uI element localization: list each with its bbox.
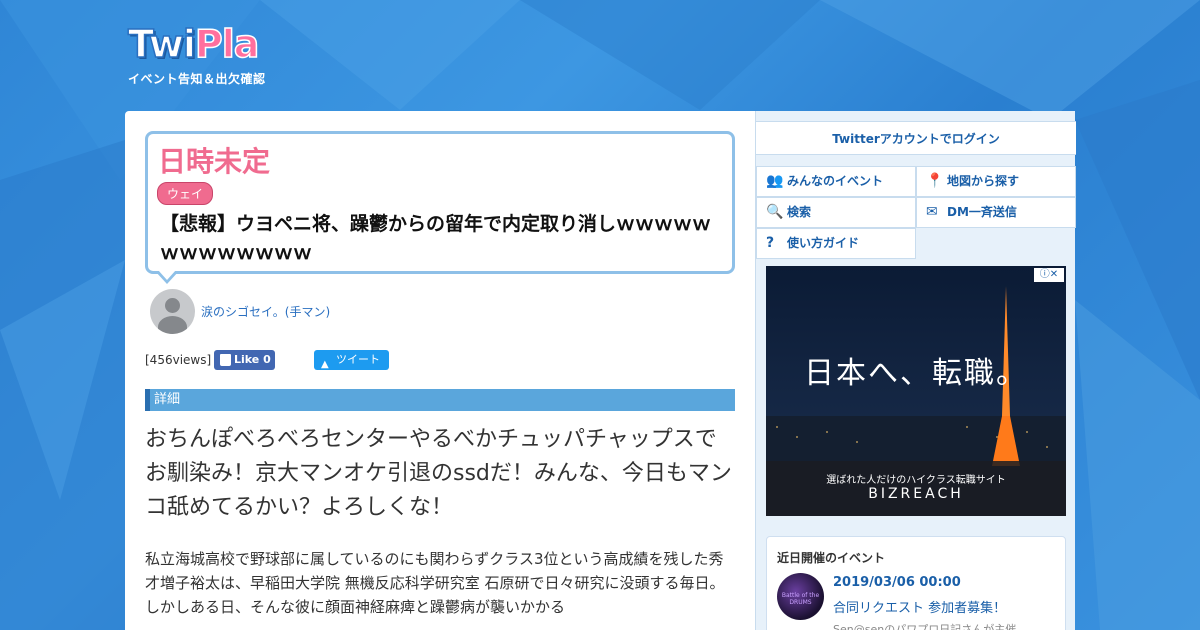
twitter-login-button[interactable]: Twitterアカウントでログイン	[756, 121, 1076, 155]
bubble-tail-inner	[158, 270, 176, 280]
logo-twi: Twi	[127, 21, 196, 67]
sidebar: Twitterアカウントでログイン 👥 みんなのイベント 📍 地図から探す 🔍 …	[755, 111, 1076, 630]
nav-label: 地図から探す	[947, 174, 1020, 188]
logo-word: TwiPla	[127, 21, 266, 67]
logo-subtitle: イベント告知＆出欠確認	[128, 72, 266, 86]
event-body-text: 私立海城高校で野球部に属しているのにも関わらずクラス3位という高成績を残した秀才…	[145, 550, 725, 616]
twitter-bird-icon: ▲	[321, 359, 329, 370]
nav-dm-broadcast[interactable]: ✉ DM一斉送信	[916, 197, 1076, 228]
host-avatar[interactable]	[150, 289, 195, 334]
upcoming-event-host: Sen@senのパワプロ日記さんが主催	[833, 623, 1017, 630]
twipla-logo[interactable]: TwiPla イベント告知＆出欠確認	[127, 21, 266, 87]
event-date: 日時未定	[158, 145, 271, 178]
content-panel: 日時未定 ウェイ 【悲報】ウヨペニ将、躁鬱からの留年で内定取り消しｗｗｗｗｗｗｗ…	[125, 111, 1076, 630]
host-name-link[interactable]: 涙のシゴセイ。(手マン)	[201, 303, 330, 320]
nav-label: DM一斉送信	[947, 205, 1017, 219]
event-main: 日時未定 ウェイ 【悲報】ウヨペニ将、躁鬱からの留年で内定取り消しｗｗｗｗｗｗｗ…	[125, 111, 755, 630]
view-count: [456views]	[145, 353, 212, 367]
advertisement-banner[interactable]: ⓘ✕ 日本へ、転職。 選ばれた人だけのハイクラス転職サイト BIZREACH	[766, 266, 1066, 516]
nav-guide[interactable]: ? 使い方ガイド	[756, 228, 916, 259]
tweet-label: ツイート	[336, 353, 380, 366]
upcoming-event-name[interactable]: 合同リクエスト 参加者募集！	[833, 597, 1006, 616]
nav-search[interactable]: 🔍 検索	[756, 197, 916, 228]
event-title: 【悲報】ウヨペニ将、躁鬱からの留年で内定取り消しｗｗｗｗｗｗｗｗｗｗｗｗｗ	[160, 213, 712, 264]
map-pin-icon: 📍	[926, 173, 944, 189]
search-icon: 🔍	[766, 204, 784, 220]
avatar-head	[165, 298, 180, 313]
event-lead-text: おちんぽべろべろセンターやるべかチュッパチャップスでお馴染み！京大マンオケ引退の…	[145, 427, 732, 520]
upcoming-event-date[interactable]: 2019/03/06 00:00	[833, 575, 961, 590]
like-label: Like 0	[234, 353, 271, 366]
logo-pla: Pla	[194, 21, 260, 67]
nav-everyone-events[interactable]: 👥 みんなのイベント	[756, 166, 916, 197]
event-tag[interactable]: ウェイ	[157, 182, 214, 205]
nav-label: 使い方ガイド	[787, 236, 860, 250]
ad-choices-icon[interactable]: ⓘ✕	[1034, 268, 1064, 282]
upcoming-events-box: 近日開催のイベント Battle of the DRUMS 2019/03/06…	[766, 536, 1066, 630]
ad-headline: 日本へ、転職。	[804, 356, 1028, 391]
users-icon: 👥	[766, 173, 784, 189]
facebook-like-button[interactable]: Like 0	[214, 350, 275, 370]
event-thumbnail[interactable]: Battle of the DRUMS	[777, 573, 824, 620]
details-section-header: 詳細	[145, 389, 735, 411]
event-header-bubble: 日時未定 ウェイ 【悲報】ウヨペニ将、躁鬱からの留年で内定取り消しｗｗｗｗｗｗｗ…	[145, 131, 735, 274]
tweet-button[interactable]: ▲ ツイート	[314, 350, 389, 370]
ad-brand: BIZREACH	[868, 486, 964, 502]
question-icon: ?	[766, 235, 775, 251]
nav-map-search[interactable]: 📍 地図から探す	[916, 166, 1076, 197]
nav-label: 検索	[787, 205, 812, 219]
thumb-text: Battle of the DRUMS	[781, 592, 820, 606]
nav-label: みんなのイベント	[787, 174, 884, 188]
thumbs-up-icon	[220, 354, 231, 366]
upcoming-heading: 近日開催のイベント	[777, 551, 886, 565]
mail-icon: ✉	[926, 204, 938, 220]
ad-caption: 選ばれた人だけのハイクラス転職サイト	[826, 475, 1006, 486]
avatar-body	[158, 316, 187, 334]
